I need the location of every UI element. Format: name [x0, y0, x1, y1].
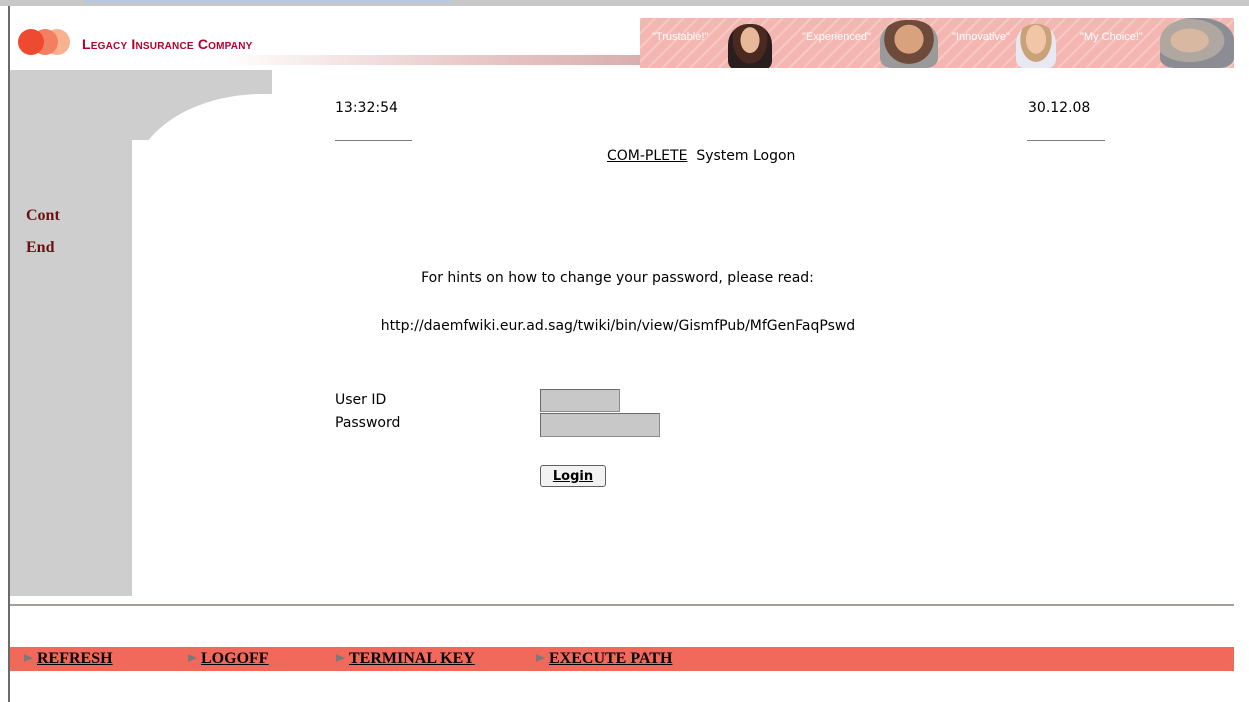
tagline-my-choice: "My Choice!": [1080, 31, 1143, 43]
company-name: Legacy Insurance Company: [82, 36, 253, 52]
arrow-right-icon: [188, 654, 197, 662]
sidebar-curve: [132, 70, 282, 214]
user-id-input[interactable]: [540, 389, 620, 412]
time-underline: [335, 140, 412, 141]
bottom-menu-bar: REFRESH LOGOFF TERMINAL KEY EXECUTE PATH: [10, 647, 1234, 671]
arrow-right-icon: [24, 654, 33, 662]
arrow-right-icon: [336, 654, 345, 662]
menu-refresh-label: REFRESH: [37, 650, 113, 667]
menu-logoff-label: LOGOFF: [201, 650, 269, 667]
page-title: COM-PLETE System Logon: [607, 148, 795, 164]
woman-photo: [728, 24, 772, 68]
tagline-experienced: "Experienced": [802, 31, 871, 43]
current-time: 13:32:54: [335, 100, 398, 116]
login-button[interactable]: Login: [540, 465, 606, 487]
page-title-text: System Logon: [696, 148, 796, 164]
date-underline: [1027, 140, 1105, 141]
tagline-innovative: "Innovative": [952, 31, 1010, 43]
menu-terminal-key-label: TERMINAL KEY: [349, 650, 475, 667]
password-label: Password: [335, 415, 401, 431]
tagline-trustable: "Trustable!": [652, 31, 709, 43]
password-input[interactable]: [540, 413, 660, 437]
menu-execute-path[interactable]: EXECUTE PATH: [536, 650, 672, 668]
man-photo: [880, 20, 938, 68]
menu-refresh[interactable]: REFRESH: [24, 650, 113, 668]
footer-divider: [10, 604, 1234, 606]
logo-circles-icon: [18, 24, 74, 58]
arrow-right-icon: [536, 654, 545, 662]
tagline-banner: "Trustable!" "Experienced" "Innovative" …: [640, 18, 1234, 68]
password-hint-text: For hints on how to change your password…: [421, 270, 814, 286]
menu-execute-path-label: EXECUTE PATH: [549, 650, 673, 667]
menu-logoff[interactable]: LOGOFF: [188, 650, 269, 668]
window-top-strip: [0, 0, 1249, 6]
sidebar-item-cont[interactable]: Cont: [26, 207, 60, 225]
older-man-photo: [1160, 18, 1234, 68]
sidebar-item-end[interactable]: End: [26, 239, 54, 257]
user-id-label: User ID: [335, 392, 387, 408]
password-hint-url: http://daemfwiki.eur.ad.sag/twiki/bin/vi…: [380, 318, 856, 334]
young-man-photo: [1016, 24, 1056, 68]
current-date: 30.12.08: [1028, 100, 1091, 116]
tab-highlight: [85, 0, 450, 3]
header-banner: Legacy Insurance Company "Trustable!" "E…: [10, 18, 1234, 70]
com-plete-link[interactable]: COM-PLETE: [607, 148, 687, 164]
menu-terminal-key[interactable]: TERMINAL KEY: [336, 650, 475, 668]
